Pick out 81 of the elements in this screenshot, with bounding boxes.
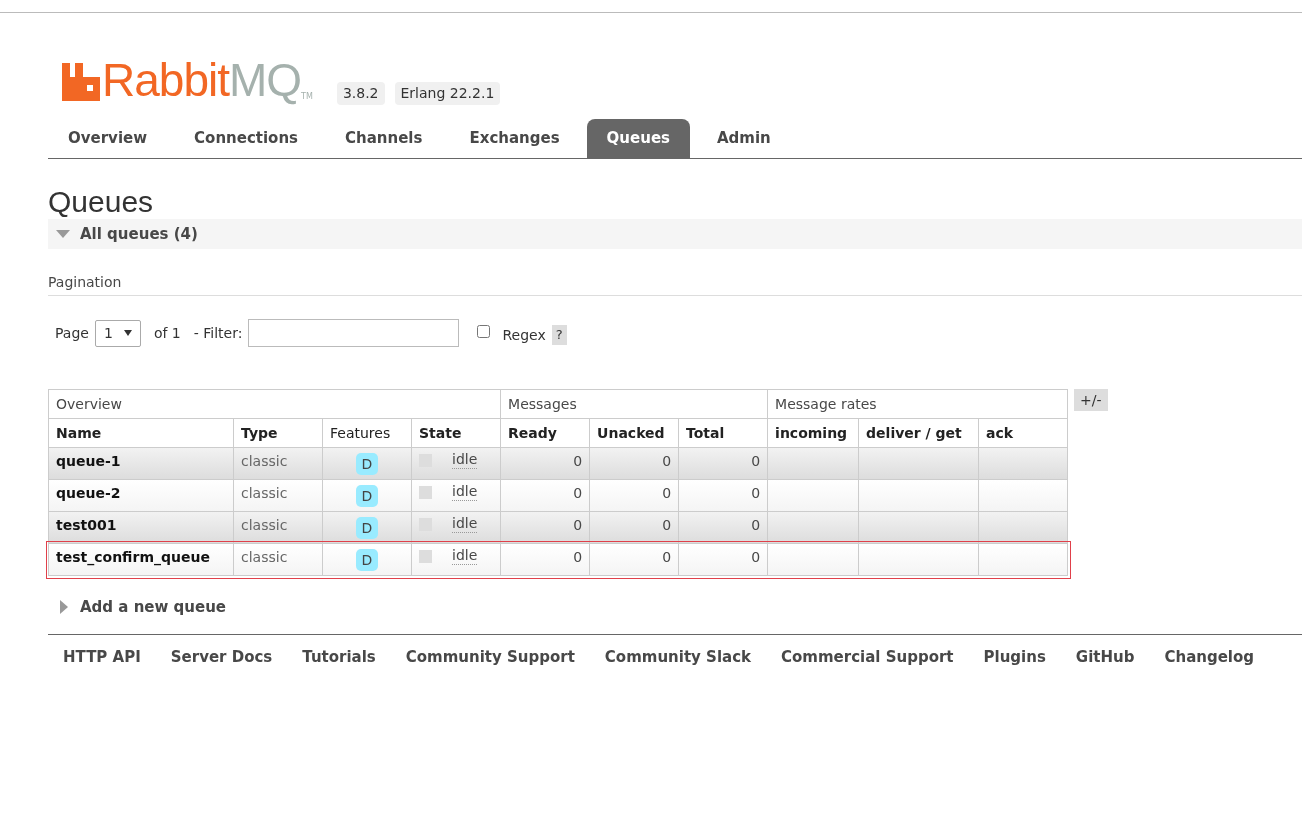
footer-link[interactable]: Server Docs xyxy=(170,646,273,669)
column-group-header: Message rates xyxy=(767,389,1068,419)
page-label: Page xyxy=(55,323,89,343)
state-square-icon xyxy=(419,549,432,563)
column-header: ack xyxy=(978,418,1068,448)
footer-link[interactable]: Community Support xyxy=(405,646,575,669)
ready-count: 0 xyxy=(573,485,583,501)
feature-badge: D xyxy=(356,485,378,507)
footer-link[interactable]: Plugins xyxy=(983,646,1046,669)
state-label: idle xyxy=(452,483,478,501)
trademark-label: TM xyxy=(301,93,313,101)
total-count: 0 xyxy=(751,485,761,501)
type-cell: classic xyxy=(241,485,288,501)
nav-tab[interactable]: Connections xyxy=(174,119,319,158)
pagination-heading: Pagination xyxy=(48,274,122,290)
column-header: State xyxy=(411,418,501,448)
unacked-count: 0 xyxy=(662,485,672,501)
erlang-version-badge: Erlang 22.2.1 xyxy=(394,82,501,105)
footer-link[interactable]: Changelog xyxy=(1164,646,1255,669)
table-row[interactable]: queue-1 classic D idle 0 0 0 xyxy=(48,447,1068,480)
column-header: Type xyxy=(233,418,323,448)
column-header: Features xyxy=(322,418,412,448)
section-header[interactable]: Add a new queue xyxy=(48,596,1302,618)
footer-link[interactable]: Community Slack xyxy=(604,646,752,669)
column-header: incoming xyxy=(767,418,859,448)
nav-tab[interactable]: Exchanges xyxy=(449,119,580,158)
regex-checkbox[interactable] xyxy=(477,324,491,338)
columns-toggle-button[interactable]: +/- xyxy=(1074,389,1108,411)
section-title: Add a new queue xyxy=(80,596,227,618)
queue-name-link[interactable]: queue-2 xyxy=(56,485,121,501)
page-count-label: of 1 xyxy=(153,323,181,343)
version-badge: 3.8.2 xyxy=(336,82,385,105)
ready-count: 0 xyxy=(573,549,583,565)
column-group-header: Overview xyxy=(48,389,501,419)
nav-tab[interactable]: Admin xyxy=(697,119,791,158)
unacked-count: 0 xyxy=(662,517,672,533)
type-cell: classic xyxy=(241,549,288,565)
unacked-count: 0 xyxy=(662,549,672,565)
filter-input[interactable] xyxy=(248,319,460,347)
state-label: idle xyxy=(452,547,478,565)
filter-label: - Filter: xyxy=(193,323,243,343)
logo-icon xyxy=(62,63,100,101)
help-button[interactable]: ? xyxy=(551,325,567,345)
page-title: Queues xyxy=(48,185,155,219)
nav-tab[interactable]: Overview xyxy=(48,119,168,158)
state-square-icon xyxy=(419,485,432,499)
state-label: idle xyxy=(452,451,478,469)
column-header: Unacked xyxy=(589,418,679,448)
type-cell: classic xyxy=(241,517,288,533)
total-count: 0 xyxy=(751,517,761,533)
column-header: deliver / get xyxy=(858,418,979,448)
column-header: Ready xyxy=(500,418,590,448)
footer-link[interactable]: Tutorials xyxy=(302,646,376,669)
regex-label: Regex xyxy=(502,325,546,345)
ready-count: 0 xyxy=(573,453,583,469)
feature-badge: D xyxy=(356,453,378,475)
nav-tab[interactable]: Queues xyxy=(586,119,690,158)
dropdown-caret-icon xyxy=(123,330,132,336)
type-cell: classic xyxy=(241,453,288,469)
page-select[interactable]: 1 xyxy=(94,319,141,347)
column-header: Name xyxy=(48,418,234,448)
feature-badge: D xyxy=(356,517,378,539)
feature-badge: D xyxy=(356,549,378,571)
footer-link[interactable]: HTTP API xyxy=(63,646,141,669)
total-count: 0 xyxy=(751,453,761,469)
column-group-header: Messages xyxy=(500,389,768,419)
queue-name-link[interactable]: test001 xyxy=(56,517,117,533)
section-header[interactable]: All queues (4) xyxy=(48,219,1302,249)
table-row[interactable]: queue-2 classic D idle 0 0 0 xyxy=(48,479,1068,512)
table-row[interactable]: test_confirm_queue classic D idle 0 0 0 xyxy=(48,543,1068,576)
state-label: idle xyxy=(452,515,478,533)
column-header: Total xyxy=(678,418,768,448)
ready-count: 0 xyxy=(573,517,583,533)
total-count: 0 xyxy=(751,549,761,565)
nav-tab[interactable]: Channels xyxy=(325,119,443,158)
unacked-count: 0 xyxy=(662,453,672,469)
section-title: All queues (4) xyxy=(80,223,198,245)
footer-link[interactable]: GitHub xyxy=(1075,646,1135,669)
footer-link[interactable]: Commercial Support xyxy=(781,646,954,669)
queue-name-link[interactable]: queue-1 xyxy=(56,453,121,469)
logo-text: RabbitMQ xyxy=(102,57,302,103)
